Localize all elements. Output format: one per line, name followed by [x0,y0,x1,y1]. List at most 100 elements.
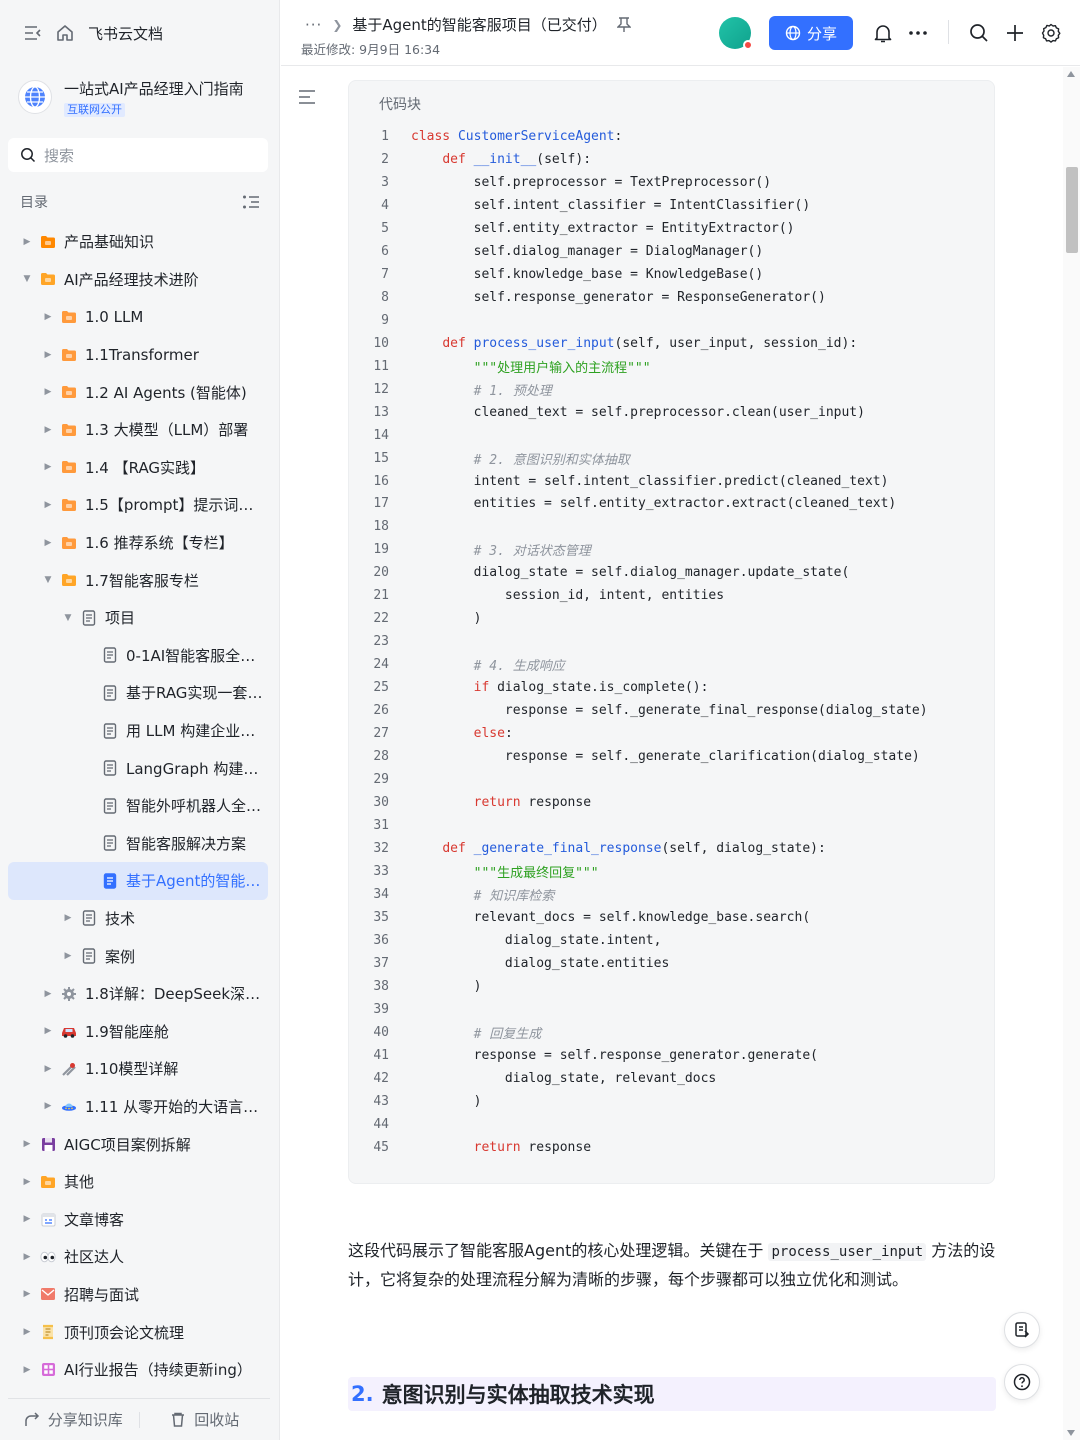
share-knowledge-base-label: 分享知识库 [47,1411,123,1429]
bell-icon[interactable] [870,20,896,46]
code-line: 27 else: [349,722,994,745]
tree-item[interactable]: ▶ 其他 [8,1163,268,1201]
tree-item[interactable]: ▶ AI行业报告（持续更新ing） [8,1351,268,1389]
caret-right-icon[interactable]: ▶ [41,1062,55,1076]
avatar[interactable] [719,17,753,50]
caret-right-icon[interactable]: ▶ [41,987,55,1001]
tree-item[interactable]: ▶ 1.9智能座舱 [8,1012,268,1050]
code-block[interactable]: 代码块 1 class CustomerServiceAgent: 2 def __… [348,80,995,1184]
caret-down-icon[interactable]: ▼ [41,573,55,587]
line-number: 11 [373,358,389,374]
line-number: 30 [373,795,389,811]
caret-right-icon[interactable]: ▶ [41,536,55,550]
caret-right-icon[interactable]: ▶ [41,498,55,512]
caret-right-icon[interactable]: ▶ [20,1175,34,1189]
scroll-down-arrow-icon[interactable] [1067,1430,1075,1436]
tree-item[interactable]: ▶ 1.3 大模型（LLM）部署 [8,411,268,449]
tree-item[interactable]: ▶ 技术 [8,900,268,938]
help-icon[interactable] [1004,1364,1040,1400]
tree-item[interactable]: ▶ 1.4 【RAG实践】 [8,449,268,487]
folder-icon [61,535,77,551]
code-text: # 回复生成 [473,1026,542,1042]
caret-right-icon[interactable]: ▶ [20,235,34,249]
doc-title[interactable]: 基于Agent的智能客服项目（已交付） [352,14,606,35]
caret-right-icon[interactable]: ▶ [61,949,75,963]
tree-item[interactable]: ▶ 文章博客 [8,1200,268,1238]
tree-item[interactable]: ▶ 案例 [8,937,268,975]
globe-icon [785,25,801,41]
comment-icon[interactable] [1004,1312,1040,1348]
folder-icon [61,422,77,438]
list-toggle-icon[interactable] [242,194,260,210]
tree-item[interactable]: ▶ 1.8详解：DeepSeek深度推... [8,975,268,1013]
more-icon[interactable] [905,20,931,46]
tree-item[interactable]: 0-1AI智能客服全落... [8,637,268,675]
breadcrumb-more-button[interactable]: ··· [305,16,322,34]
caret-right-icon[interactable]: ▶ [41,310,55,324]
tree-item[interactable]: 用 LLM 构建企业专... [8,712,268,750]
tree-item[interactable]: ▼ 项目 [8,599,268,637]
caret-down-icon[interactable]: ▼ [61,611,75,625]
caret-right-icon[interactable]: ▶ [41,1024,55,1038]
code-text: else: [473,726,513,742]
section-number: 2. [351,1382,374,1406]
tree-item[interactable]: 基于RAG实现一套企... [8,674,268,712]
tree-item[interactable]: LangGraph 构建AI... [8,749,268,787]
tree-item[interactable]: ▶ 产品基础知识 [8,223,268,261]
tree-item-label: 1.10模型详解 [85,1060,179,1079]
caret-right-icon[interactable]: ▶ [20,1363,34,1377]
code-line: 35 relevant_docs = self.knowledge_base.s… [349,906,994,929]
tree-item[interactable]: ▶ 1.0 LLM [8,298,268,336]
outline-icon[interactable] [298,89,316,109]
scrollbar[interactable] [1063,67,1080,1440]
tree-item[interactable]: 智能客服解决方案 [8,825,268,863]
tree-item[interactable]: ▶ 1.10模型详解 [8,1050,268,1088]
tree-item[interactable]: ▶ 1.6 推荐系统【专栏】 [8,524,268,562]
code-line: 34 # 知识库检索 [349,883,994,906]
gear-icon[interactable] [1038,20,1064,46]
search-icon[interactable] [966,20,992,46]
search-input[interactable]: 搜索 [8,138,268,172]
caret-right-icon[interactable]: ▶ [41,1099,55,1113]
share-knowledge-base-button[interactable]: 分享知识库 [8,1409,139,1430]
share-button[interactable]: 分享 [769,16,853,50]
caret-right-icon[interactable]: ▶ [20,1137,34,1151]
tree-item[interactable]: 智能外呼机器人全链... [8,787,268,825]
caret-right-icon[interactable]: ▶ [20,1287,34,1301]
knowledge-base-card[interactable]: 一站式AI产品经理入门指南 互联网公开 [18,72,268,122]
pin-icon[interactable] [616,16,631,33]
plus-icon[interactable] [1002,20,1028,46]
caret-right-icon[interactable]: ▶ [20,1325,34,1339]
code-text: response = self.response_generator.gener… [411,1047,818,1063]
trash-button[interactable]: 回收站 [140,1409,271,1430]
caret-right-icon[interactable]: ▶ [20,1212,34,1226]
tree-item[interactable]: ▶ 招聘与面试 [8,1276,268,1314]
tree-item[interactable]: ▶ AIGC项目案例拆解 [8,1125,268,1163]
tree-item[interactable]: ▶ 1.5【prompt】提示词工程 [8,486,268,524]
collapse-sidebar-icon[interactable] [24,25,42,41]
tree-item[interactable]: ▶ 1.1Transformer [8,336,268,374]
trash-label: 回收站 [194,1411,240,1429]
paragraph: 这段代码展示了智能客服Agent的核心处理逻辑。关键在于 process_use… [348,1237,998,1294]
caret-right-icon[interactable]: ▶ [41,460,55,474]
tree-item[interactable]: 基于Agent的智能客... [8,862,268,900]
caret-down-icon[interactable]: ▼ [20,272,34,286]
tree-item[interactable]: ▼ 1.7智能客服专栏 [8,561,268,599]
caret-right-icon[interactable]: ▶ [41,385,55,399]
caret-right-icon[interactable]: ▶ [41,423,55,437]
tree-item[interactable]: ▶ 1.11 从零开始的大语言模... [8,1088,268,1126]
line-number: 9 [381,312,389,328]
scrollbar-thumb[interactable] [1066,167,1078,253]
scroll-up-arrow-icon[interactable] [1067,71,1075,77]
tree-item[interactable]: ▶ 1.2 AI Agents (智能体) [8,373,268,411]
home-icon[interactable] [56,24,74,42]
tree-item[interactable]: ▶ 顶刊顶会论文梳理 [8,1313,268,1351]
caret-right-icon[interactable]: ▶ [20,1250,34,1264]
section-title: 意图识别与实体抽取技术实现 [381,1383,655,1407]
app-title[interactable]: 飞书云文档 [88,23,163,44]
caret-right-icon[interactable]: ▶ [61,911,75,925]
tree-item[interactable]: ▶ 社区达人 [8,1238,268,1276]
caret-right-icon[interactable]: ▶ [41,348,55,362]
tree-item[interactable]: ▼ AI产品经理技术进阶 [8,261,268,299]
